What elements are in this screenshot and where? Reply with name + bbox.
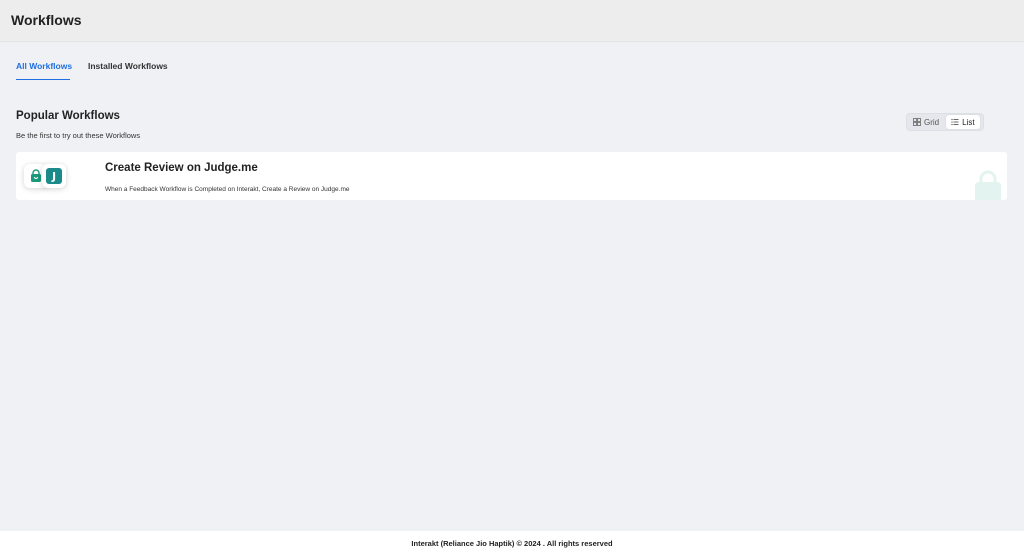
- grid-view-button[interactable]: Grid: [908, 115, 944, 129]
- section-subtitle: Be the first to try out these Workflows: [16, 131, 141, 140]
- grid-icon: [913, 118, 921, 126]
- view-toggle: Grid List: [906, 113, 984, 131]
- judgeme-j-icon: J: [42, 164, 66, 188]
- tab-installed-workflows[interactable]: Installed Workflows: [88, 61, 168, 79]
- list-view-button[interactable]: List: [946, 115, 980, 129]
- judgeme-letter: J: [46, 168, 62, 184]
- shopify-bag-watermark-icon: [975, 170, 1001, 200]
- top-header: Workflows: [0, 0, 1024, 42]
- footer: Interakt (Reliance Jio Haptik) © 2024 . …: [0, 531, 1024, 555]
- workflow-card[interactable]: J Create Review on Judge.me When a Feedb…: [16, 152, 1007, 200]
- workflow-app-icons: J: [24, 164, 84, 194]
- tab-all-workflows[interactable]: All Workflows: [16, 61, 72, 80]
- workflow-title: Create Review on Judge.me: [105, 162, 258, 174]
- list-icon: [951, 118, 959, 126]
- list-label: List: [962, 117, 975, 127]
- section-title: Popular Workflows: [16, 110, 120, 122]
- workflow-description: When a Feedback Workflow is Completed on…: [105, 186, 350, 193]
- page-title: Workflows: [11, 12, 82, 28]
- grid-label: Grid: [924, 117, 940, 127]
- footer-copyright: Interakt (Reliance Jio Haptik) © 2024 . …: [411, 539, 613, 548]
